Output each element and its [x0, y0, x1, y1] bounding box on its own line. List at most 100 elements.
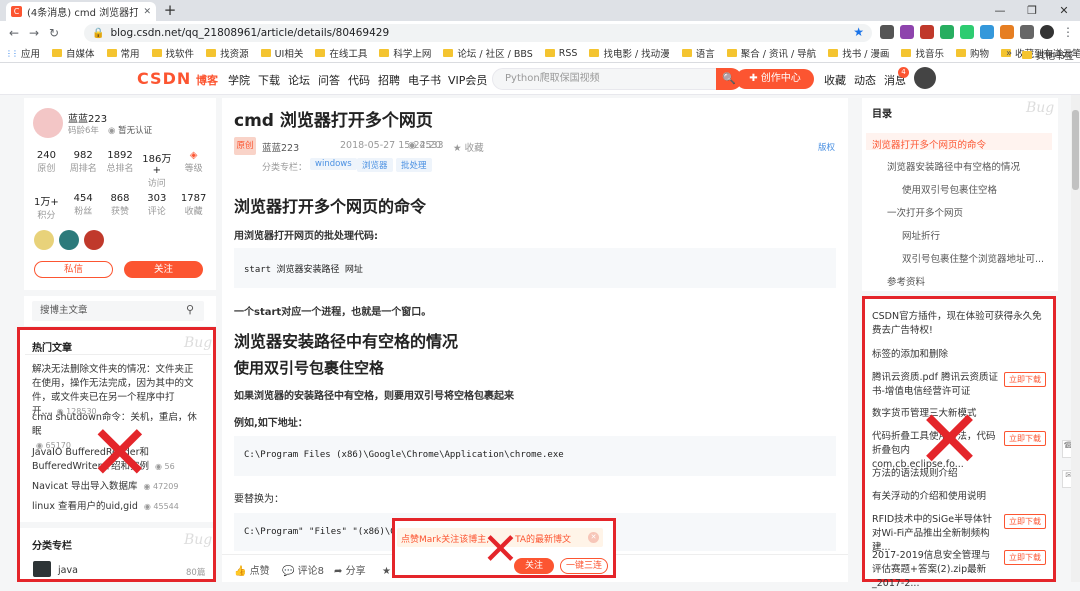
new-tab-button[interactable]: + — [160, 2, 180, 19]
stat-total-rank[interactable]: 1892 总排名 — [102, 150, 139, 189]
search-icon[interactable]: ⚲ — [186, 303, 194, 316]
close-window-button[interactable]: ✕ — [1048, 0, 1080, 21]
restore-button[interactable]: ❐ — [1016, 0, 1048, 21]
bookmark-item[interactable]: 购物 — [955, 46, 989, 60]
bookmarks-more[interactable]: » — [1006, 48, 1012, 59]
bookmark-item[interactable]: UI相关 — [260, 46, 303, 60]
category-item[interactable]: java — [58, 565, 78, 576]
bookmark-item[interactable]: 在线工具 — [315, 46, 367, 60]
scrollbar-thumb[interactable] — [1072, 110, 1079, 190]
bookmark-item[interactable]: 找软件 — [151, 46, 194, 60]
stat-comments[interactable]: 303 评论 — [138, 193, 175, 221]
stat-level[interactable]: ◈ 等级 — [175, 150, 212, 189]
forward-icon[interactable]: → — [24, 26, 44, 40]
create-center-button[interactable]: ✚ 创作中心 — [736, 69, 814, 89]
bookmark-item[interactable]: 找电影 / 找动漫 — [589, 46, 670, 60]
download-button[interactable]: 立即下载 — [1004, 550, 1046, 565]
extension-icon[interactable] — [880, 25, 894, 39]
stat-fans[interactable]: 454 粉丝 — [65, 193, 102, 221]
share-button[interactable]: ➦ 分享 — [334, 562, 366, 577]
stat-visits[interactable]: 186万+ 访问 — [138, 150, 175, 189]
nav-blog[interactable]: 博客 — [196, 72, 218, 88]
favorite-link[interactable]: ★ 收藏 — [453, 140, 484, 154]
bookmark-item[interactable]: 聚合 / 资讯 / 导航 — [726, 46, 816, 60]
stat-likes[interactable]: 868 获赞 — [102, 193, 139, 221]
hot-article-item[interactable]: linux 查看用户的uid,gid ◉ 45544 — [32, 500, 202, 514]
badge-icon[interactable] — [84, 230, 104, 250]
minimize-button[interactable]: — — [984, 0, 1016, 21]
stat-week-rank[interactable]: 982 周排名 — [65, 150, 102, 189]
profile-avatar-icon[interactable] — [1040, 25, 1054, 39]
toc-item[interactable]: 网址折行 — [902, 228, 940, 242]
nav-activity[interactable]: 动态 — [854, 72, 876, 88]
nav-vip[interactable]: VIP会员 — [448, 72, 487, 88]
recommend-item[interactable]: CSDN官方插件，现在体验可获得永久免费去广告特权! — [872, 310, 1044, 338]
nav-jobs[interactable]: 招聘 — [378, 72, 400, 88]
browser-tab[interactable]: C (4条消息) cmd 浏览器打开多个网... ✕ — [6, 2, 156, 21]
bookmark-item[interactable]: 论坛 / 社区 / BBS — [443, 46, 533, 60]
comment-button[interactable]: 💬 评论8 — [282, 562, 324, 577]
author-avatar[interactable] — [33, 108, 63, 138]
tab-close-icon[interactable]: ✕ — [143, 7, 151, 17]
back-icon[interactable]: ← — [4, 26, 24, 40]
bookmark-item[interactable]: ⋮⋮ 应用 — [5, 46, 40, 61]
extensions-puzzle-icon[interactable] — [1020, 25, 1034, 39]
nav-download[interactable]: 下载 — [258, 72, 280, 88]
recommend-item[interactable]: 标签的添加和删除 — [872, 348, 1044, 362]
site-search-input[interactable]: Python爬取保国视频 — [492, 68, 742, 90]
tag-chip[interactable]: 浏览器 — [357, 158, 393, 172]
csdn-logo[interactable]: CSDN — [137, 69, 191, 88]
author-name[interactable]: 蓝蓝223 — [68, 110, 107, 125]
download-button[interactable]: 立即下载 — [1004, 431, 1046, 446]
nav-code[interactable]: 代码 — [348, 72, 370, 88]
tag-chip[interactable]: 批处理 — [396, 158, 432, 172]
reload-icon[interactable]: ↻ — [44, 26, 64, 40]
nav-forum[interactable]: 论坛 — [288, 72, 310, 88]
extension-icon[interactable] — [960, 25, 974, 39]
stat-favorites[interactable]: 1787 收藏 — [175, 193, 212, 221]
bookmark-item[interactable]: 自媒体 — [52, 46, 95, 60]
stat-points[interactable]: 1万+ 积分 — [28, 193, 65, 221]
extension-icon[interactable] — [980, 25, 994, 39]
bookmark-item[interactable]: 科学上网 — [379, 46, 431, 60]
toc-item[interactable]: 使用双引号包裹住空格 — [902, 182, 997, 196]
bookmark-item[interactable]: 常用 — [106, 46, 140, 60]
other-bookmarks[interactable]: 其他书签 — [1022, 48, 1074, 62]
badge-icon[interactable] — [34, 230, 54, 250]
extension-icon[interactable] — [920, 25, 934, 39]
nav-ebook[interactable]: 电子书 — [408, 72, 441, 88]
nav-qa[interactable]: 问答 — [318, 72, 340, 88]
user-avatar[interactable] — [914, 67, 936, 89]
extension-icon[interactable] — [940, 25, 954, 39]
bookmark-item[interactable]: 找音乐 — [901, 46, 944, 60]
toc-item[interactable]: 参考资料 — [887, 274, 925, 288]
menu-icon[interactable]: ⋮ — [1062, 25, 1074, 39]
nav-favorites[interactable]: 收藏 — [824, 72, 846, 88]
recommend-item[interactable]: 有关浮动的介绍和使用说明 — [872, 490, 1044, 504]
stat-original[interactable]: 240 原创 — [28, 150, 65, 189]
bookmark-item[interactable]: 找书 / 漫画 — [828, 46, 889, 60]
extension-icon[interactable] — [1000, 25, 1014, 39]
blog-search-input[interactable]: 搜博主文章 — [32, 301, 204, 321]
extension-icon[interactable] — [900, 25, 914, 39]
follow-button[interactable]: 关注 — [124, 261, 203, 278]
follow-button-bottom[interactable]: 关注 — [514, 558, 554, 574]
toc-item-active[interactable]: 浏览器打开多个网页的命令 — [872, 137, 986, 151]
bookmark-item[interactable]: 找资源 — [206, 46, 249, 60]
toc-item[interactable]: 双引号包裹住整个浏览器地址可... — [902, 251, 1044, 265]
copyright-link[interactable]: 版权 — [818, 141, 835, 153]
toc-item[interactable]: 一次打开多个网页 — [887, 205, 963, 219]
address-bar[interactable]: 🔒 blog.csdn.net/qq_21808961/article/deta… — [84, 24, 872, 42]
badge-icon[interactable] — [59, 230, 79, 250]
bookmark-item[interactable]: RSS — [544, 48, 577, 59]
triple-action-button[interactable]: 一键三连 — [560, 558, 608, 574]
tag-chip[interactable]: windows — [310, 158, 357, 170]
like-button[interactable]: 👍 点赞 — [234, 562, 270, 577]
article-author[interactable]: 蓝蓝223 — [262, 140, 299, 154]
recommend-item[interactable]: 2017-2019信息安全管理与评估赛题+答案(2).zip最新_2017-2.… — [872, 549, 998, 591]
bookmark-star-icon[interactable]: ★ — [853, 25, 864, 39]
nav-academy[interactable]: 学院 — [228, 72, 250, 88]
bookmark-item[interactable]: 语言 — [681, 46, 715, 60]
private-message-button[interactable]: 私信 — [34, 261, 113, 278]
toc-item[interactable]: 浏览器安装路径中有空格的情况 — [887, 159, 1020, 173]
